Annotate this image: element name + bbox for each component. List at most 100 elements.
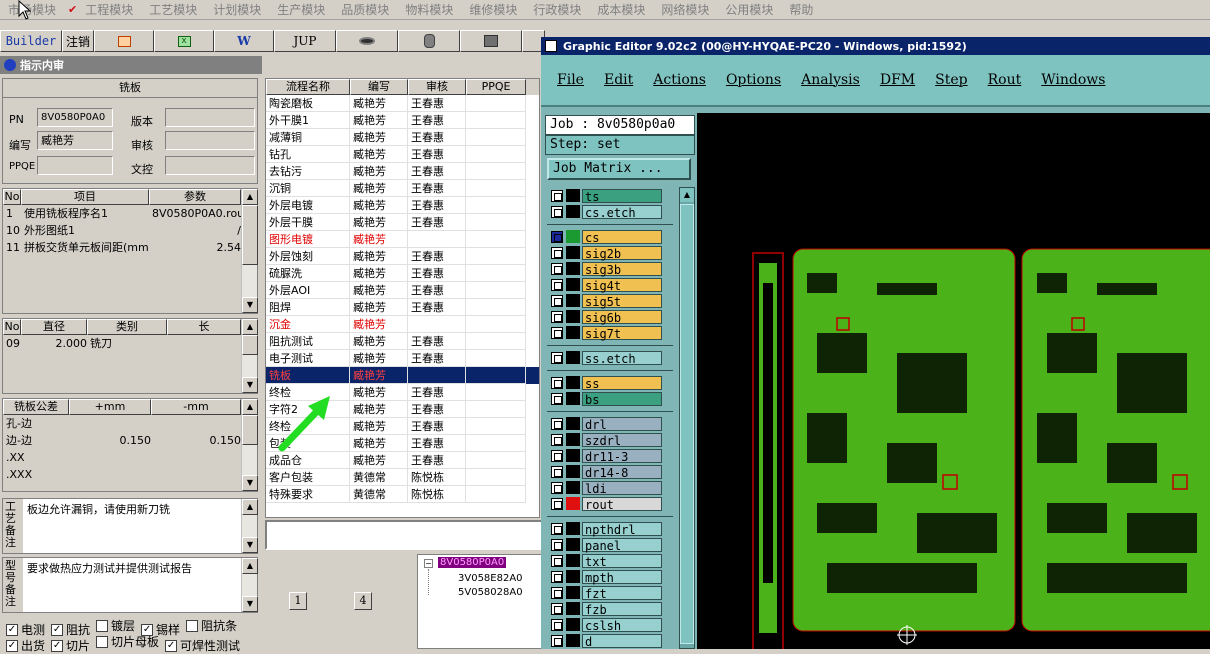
layer-sig2b[interactable]: sig2b [547, 245, 673, 261]
layer-checkbox[interactable] [551, 465, 563, 478]
layer-name[interactable]: bs [582, 391, 662, 407]
layer-name[interactable]: dr14-8 [582, 464, 662, 480]
scroll-up-icon[interactable]: ▲ [242, 319, 258, 335]
layer-cs.etch[interactable]: cs.etch [547, 204, 673, 220]
layer-sig5t[interactable]: sig5t [547, 293, 673, 309]
flow-header-name[interactable]: 流程名称 [266, 79, 350, 95]
flow-header-ppqe[interactable]: PPQE [466, 79, 526, 95]
checkbox-box[interactable] [186, 619, 199, 632]
jup-button[interactable]: JUP [274, 30, 336, 52]
layer-name[interactable]: sig4t [582, 277, 662, 293]
layer-checkbox[interactable] [551, 326, 563, 339]
param-row[interactable]: 10 外形图纸1 / [3, 222, 257, 239]
tolerance-row[interactable]: .XX [3, 449, 257, 466]
layer-d[interactable]: d [547, 633, 673, 649]
ge-menu-step[interactable]: Step [935, 72, 967, 88]
flow-row[interactable]: 外层AOI 臧艳芳 王春惠 [266, 282, 539, 299]
layer-name[interactable]: ss [582, 375, 662, 391]
close-icon[interactable] [545, 40, 557, 52]
flow-row[interactable]: 沉金 臧艳芳 [266, 316, 539, 333]
layer-checkbox[interactable] [551, 602, 563, 615]
checkbox-box[interactable]: ✓ [51, 639, 64, 652]
flow-row[interactable]: 钻孔 臧艳芳 王春惠 [266, 146, 539, 163]
layer-sig7t[interactable]: sig7t [547, 325, 673, 341]
tolerance-row[interactable]: .XXX [3, 466, 257, 483]
layer-name[interactable]: mpth [582, 569, 662, 585]
layer-checkbox[interactable] [551, 262, 563, 275]
layer-fzt[interactable]: fzt [547, 585, 673, 601]
layer-checkbox[interactable] [551, 618, 563, 631]
ge-menu-rout[interactable]: Rout [988, 72, 1022, 88]
flow-row[interactable]: 外干膜1 臧艳芳 王春惠 [266, 112, 539, 129]
layer-checkbox[interactable] [551, 392, 563, 405]
layer-ts[interactable]: ts [547, 188, 673, 204]
builder-button[interactable]: Builder [0, 30, 62, 52]
flow-row[interactable]: 硫脲洗 臧艳芳 王春惠 [266, 265, 539, 282]
layer-name[interactable]: szdrl [582, 432, 662, 448]
ge-menu-analysis[interactable]: Analysis [801, 72, 860, 88]
menu-item[interactable]: 品质模块 [333, 1, 397, 18]
flow-row[interactable]: 图形电镀 臧艳芳 [266, 231, 539, 248]
layer-drl[interactable]: drl [547, 416, 673, 432]
layer-name[interactable]: panel [582, 537, 662, 553]
menu-item[interactable]: 物料模块 [397, 1, 461, 18]
ge-menu-edit[interactable]: Edit [604, 72, 633, 88]
menu-item[interactable]: 工艺模块 [141, 1, 205, 18]
checkbox-阻抗条[interactable]: 阻抗条 [186, 617, 237, 634]
tree-child-1[interactable]: 3V058E82A0 [458, 573, 523, 584]
job-matrix-button[interactable]: Job Matrix ... [547, 158, 691, 180]
layer-checkbox[interactable] [551, 246, 563, 259]
layer-name[interactable]: fzt [582, 585, 662, 601]
layer-sig4t[interactable]: sig4t [547, 277, 673, 293]
flow-row[interactable]: 沉铜 臧艳芳 王春惠 [266, 180, 539, 197]
param-row[interactable]: 11 拼板交货单元板间距(mm 2.54 [3, 239, 257, 256]
layer-name[interactable]: sig5t [582, 293, 662, 309]
layer-checkbox[interactable] [551, 294, 563, 307]
menu-item[interactable]: 成本模块 [589, 1, 653, 18]
checkbox-切片母板[interactable]: 切片母板 [96, 633, 159, 650]
layer-checkbox[interactable] [551, 634, 563, 647]
scroll-up-icon[interactable]: ▲ [242, 189, 258, 205]
flow-header-editor[interactable]: 编写 [350, 79, 408, 95]
layer-checkbox[interactable] [551, 278, 563, 291]
pcb-canvas[interactable] [697, 113, 1210, 649]
eye-icon[interactable] [336, 30, 398, 52]
layer-checkbox[interactable] [551, 538, 563, 551]
layer-checkbox[interactable] [551, 351, 563, 364]
layer-sig6b[interactable]: sig6b [547, 309, 673, 325]
flow-input[interactable] [265, 520, 543, 550]
flow-row[interactable]: 阻焊 臧艳芳 王春惠 [266, 299, 539, 316]
layer-checkbox[interactable] [551, 205, 563, 218]
layer-txt[interactable]: txt [547, 553, 673, 569]
menu-item[interactable]: 公用模块 [717, 1, 781, 18]
layer-name[interactable]: drl [582, 416, 662, 432]
tools-scrollbar[interactable]: ▲ ▼ [241, 319, 258, 393]
scroll-down-icon[interactable]: ▼ [242, 297, 258, 313]
layer-ldi[interactable]: ldi [547, 480, 673, 496]
powerpoint-icon[interactable] [94, 30, 154, 52]
layer-checkbox[interactable] [551, 554, 563, 567]
menu-item[interactable]: 帮助 [781, 1, 821, 18]
layer-checkbox[interactable] [551, 230, 563, 243]
layer-mpth[interactable]: mpth [547, 569, 673, 585]
process-note-text[interactable]: 板边允许漏铜，请使用新刀铣 [23, 499, 241, 553]
menu-item[interactable]: 行政模块 [525, 1, 589, 18]
flow-row[interactable]: 阻抗测试 臧艳芳 王春惠 [266, 333, 539, 350]
flow-row[interactable]: 外层蚀刻 臧艳芳 王春惠 [266, 248, 539, 265]
tree-child-2[interactable]: 5V058028A0 [458, 587, 523, 598]
ge-menu-windows[interactable]: Windows [1041, 72, 1105, 88]
layer-name[interactable]: ldi [582, 480, 662, 496]
layer-name[interactable]: sig6b [582, 309, 662, 325]
checkbox-可焊性测试[interactable]: ✓ 可焊性测试 [165, 637, 240, 654]
flow-row[interactable]: 成品仓 臧艳芳 王春惠 [266, 452, 539, 469]
process-note-scrollbar[interactable]: ▲ ▼ [241, 499, 258, 553]
scroll-down-icon[interactable]: ▼ [242, 537, 258, 553]
model-note-text[interactable]: 要求做热应力测试并提供测试报告 [23, 558, 241, 612]
layer-name[interactable]: d [582, 633, 662, 649]
scroll-thumb[interactable] [680, 204, 694, 644]
database-icon[interactable] [398, 30, 460, 52]
layer-scrollbar[interactable]: ▲ [679, 187, 695, 649]
layer-name[interactable]: rout [582, 496, 662, 512]
layer-name[interactable]: cslsh [582, 617, 662, 633]
checkbox-出货[interactable]: ✓ 出货 [6, 637, 45, 654]
